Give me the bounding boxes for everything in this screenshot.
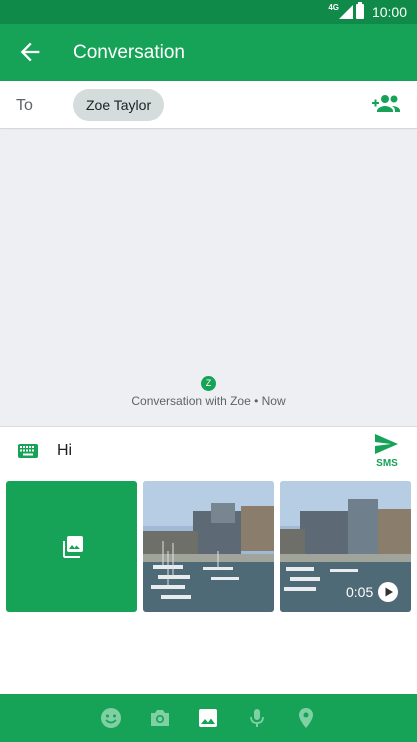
message-input[interactable]: Hi bbox=[57, 442, 72, 460]
network-type: 4G bbox=[328, 3, 339, 12]
attachment-bar bbox=[0, 694, 417, 742]
send-sms-label[interactable]: SMS bbox=[368, 458, 406, 469]
harbor-photo bbox=[143, 481, 274, 612]
emoji-icon[interactable] bbox=[100, 707, 122, 729]
location-icon[interactable] bbox=[295, 707, 317, 729]
keyboard-icon[interactable] bbox=[18, 444, 38, 458]
status-bar: 4G 10:00 bbox=[0, 0, 417, 24]
play-icon[interactable] bbox=[378, 582, 398, 602]
image-icon[interactable] bbox=[197, 707, 219, 729]
app-bar: Conversation bbox=[0, 24, 417, 81]
signal-icon bbox=[339, 5, 353, 19]
media-picker: 0:05 bbox=[0, 476, 417, 694]
camera-icon[interactable] bbox=[149, 707, 171, 729]
photo-library-icon bbox=[63, 536, 83, 558]
mic-icon[interactable] bbox=[246, 707, 268, 729]
to-label: To bbox=[16, 97, 33, 114]
status-time: 10:00 bbox=[371, 4, 407, 20]
video-duration: 0:05 bbox=[346, 584, 374, 600]
contact-avatar: Z bbox=[201, 376, 216, 391]
conversation-info: Conversation with Zoe • Now bbox=[131, 394, 286, 408]
compose-bar: Hi SMS bbox=[0, 426, 417, 476]
conversation-area: Z Conversation with Zoe • Now bbox=[0, 130, 417, 426]
recipient-chip[interactable]: Zoe Taylor bbox=[73, 89, 165, 121]
send-icon[interactable] bbox=[374, 434, 398, 454]
photo-thumbnail[interactable] bbox=[143, 481, 274, 612]
arrow-back-icon[interactable] bbox=[16, 38, 44, 66]
battery-icon bbox=[356, 2, 364, 19]
open-gallery-button[interactable] bbox=[6, 481, 137, 612]
page-title: Conversation bbox=[73, 42, 185, 63]
recipients-row: To Zoe Taylor bbox=[0, 81, 417, 129]
video-thumbnail[interactable]: 0:05 bbox=[280, 481, 411, 612]
person-add-icon[interactable] bbox=[372, 92, 402, 116]
